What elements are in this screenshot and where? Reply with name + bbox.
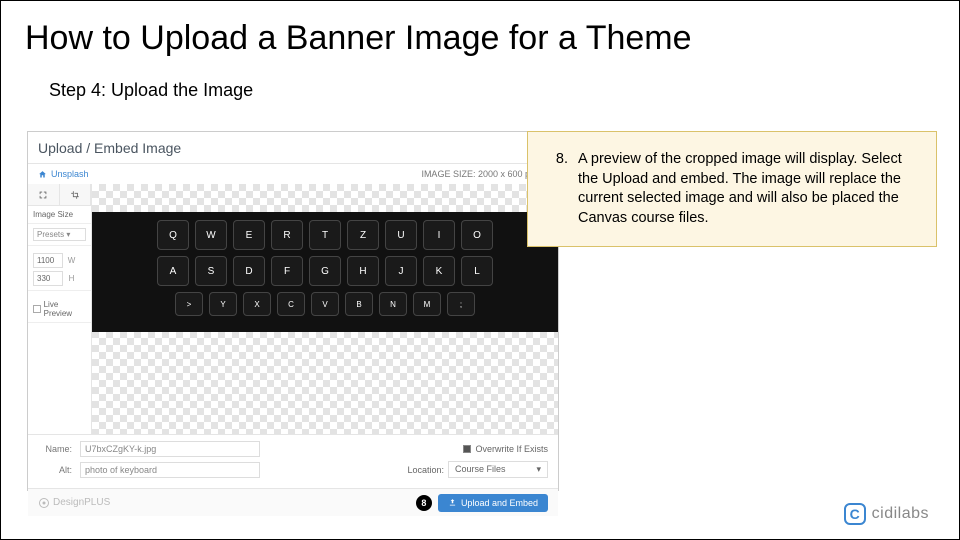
page-title: How to Upload a Banner Image for a Theme <box>1 1 959 58</box>
image-preview-canvas: QWERTZUIO ASDFGHJKL >YXCVBNM; <box>92 184 558 434</box>
alt-label: Alt: <box>38 465 72 475</box>
keyboard-key: V <box>311 292 339 316</box>
live-preview-checkbox[interactable]: Live Preview <box>28 296 91 323</box>
designplus-logo: DesignPLUS <box>38 497 110 509</box>
keyboard-key: L <box>461 256 493 286</box>
keyboard-key: O <box>461 220 493 250</box>
brand-mark: C <box>844 503 866 525</box>
instruction-callout: 8. A preview of the cropped image will d… <box>527 131 937 247</box>
crop-tab[interactable] <box>60 184 92 205</box>
size-section-label: Image Size <box>28 206 91 224</box>
width-suffix: W <box>66 256 77 265</box>
upload-icon <box>448 498 457 507</box>
keyboard-key: I <box>423 220 455 250</box>
step-marker-8: 8 <box>416 495 432 511</box>
presets-select[interactable]: Presets ▾ <box>33 228 86 241</box>
height-input[interactable]: 330 <box>33 271 63 286</box>
keyboard-key: U <box>385 220 417 250</box>
callout-number: 8. <box>550 150 568 228</box>
keyboard-key: K <box>423 256 455 286</box>
keyboard-key: E <box>233 220 265 250</box>
keyboard-key: M <box>413 292 441 316</box>
keyboard-key: T <box>309 220 341 250</box>
name-label: Name: <box>38 444 72 454</box>
keyboard-key: Y <box>209 292 237 316</box>
keyboard-key: J <box>385 256 417 286</box>
name-input[interactable] <box>80 441 260 457</box>
keyboard-key: W <box>195 220 227 250</box>
keyboard-key: R <box>271 220 303 250</box>
location-select[interactable]: Course Files▾ <box>448 461 548 478</box>
keyboard-key: C <box>277 292 305 316</box>
keyboard-key: G <box>309 256 341 286</box>
upload-modal: Upload / Embed Image × Unsplash IMAGE SI… <box>27 131 559 491</box>
brand-name: cidilabs <box>872 505 929 523</box>
keyboard-key: B <box>345 292 373 316</box>
keyboard-key: Q <box>157 220 189 250</box>
keyboard-key: ; <box>447 292 475 316</box>
keyboard-key: N <box>379 292 407 316</box>
upload-embed-button[interactable]: Upload and Embed <box>438 494 548 512</box>
callout-text: A preview of the cropped image will disp… <box>578 150 920 228</box>
keyboard-key: > <box>175 292 203 316</box>
keyboard-key: H <box>347 256 379 286</box>
modal-title: Upload / Embed Image <box>38 140 181 156</box>
overwrite-checkbox[interactable]: Overwrite If Exists <box>463 444 548 454</box>
alt-input[interactable] <box>80 462 260 478</box>
keyboard-key: F <box>271 256 303 286</box>
keyboard-key: Z <box>347 220 379 250</box>
width-input[interactable]: 1100 <box>33 253 63 268</box>
gear-icon <box>38 497 50 509</box>
source-link[interactable]: Unsplash <box>38 169 89 179</box>
expand-tab[interactable] <box>28 184 60 205</box>
keyboard-key: S <box>195 256 227 286</box>
keyboard-key: X <box>243 292 271 316</box>
cropped-image-preview: QWERTZUIO ASDFGHJKL >YXCVBNM; <box>92 212 558 332</box>
height-suffix: H <box>66 274 77 283</box>
location-label: Location: <box>407 465 444 475</box>
keyboard-key: D <box>233 256 265 286</box>
brand-logo: C cidilabs <box>844 503 929 525</box>
step-subtitle: Step 4: Upload the Image <box>1 58 959 101</box>
crop-sidebar: Image Size Presets ▾ 1100 W 330 H <box>28 184 92 434</box>
home-icon <box>38 170 47 179</box>
keyboard-key: A <box>157 256 189 286</box>
